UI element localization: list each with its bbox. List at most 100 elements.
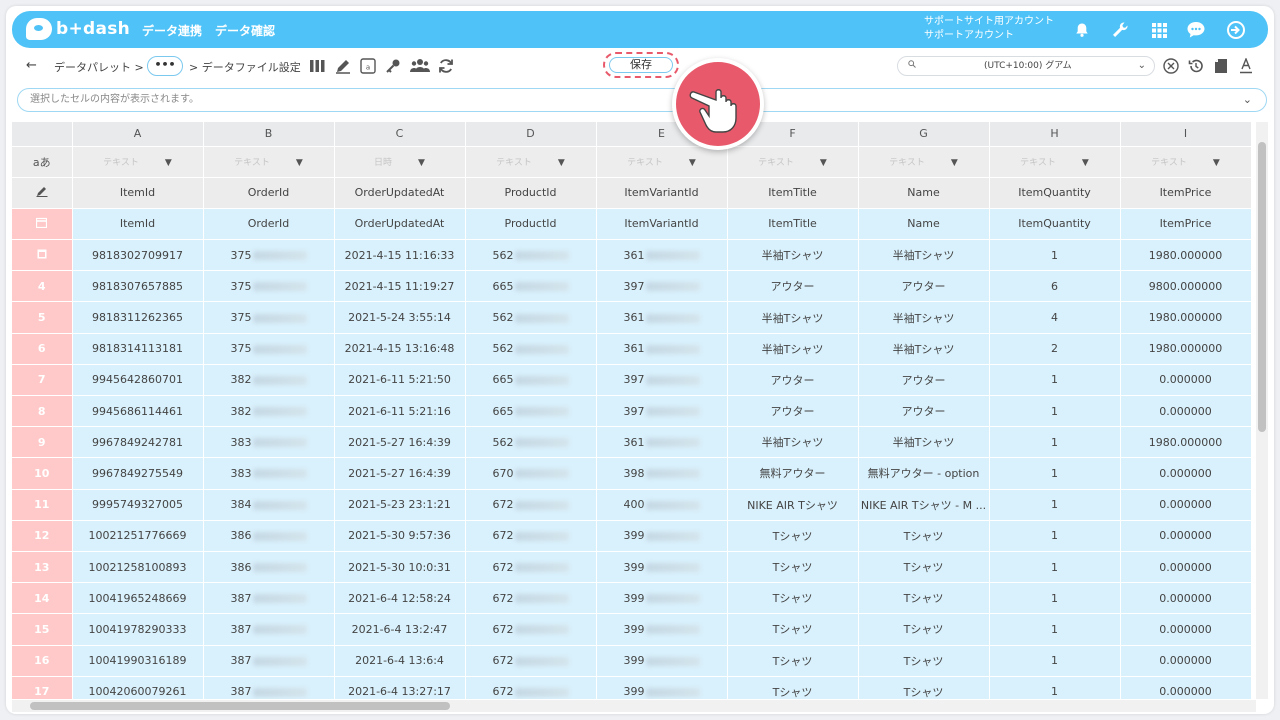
table-cell[interactable]: NIKE AIR Tシャツ	[727, 489, 859, 521]
table-cell[interactable]: 0.000000	[1120, 520, 1252, 552]
chat-icon[interactable]	[1186, 20, 1206, 40]
table-cell[interactable]: 2021-6-4 13:27:17	[334, 676, 466, 699]
table-cell[interactable]: 665	[465, 364, 597, 397]
nav-data-integration[interactable]: データ連携	[142, 22, 202, 39]
table-cell[interactable]: 387	[203, 582, 335, 615]
table-cell[interactable]: Name	[858, 208, 990, 241]
table-cell[interactable]: Tシャツ	[858, 613, 990, 646]
table-cell[interactable]: 9818307657885	[72, 270, 204, 303]
table-cell[interactable]: 半袖Tシャツ	[858, 239, 990, 272]
table-cell[interactable]: 1980.000000	[1120, 333, 1252, 365]
type-select[interactable]: テキスト ▼	[1120, 146, 1252, 178]
table-cell[interactable]: 562	[465, 426, 597, 459]
table-cell[interactable]: 半袖Tシャツ	[858, 426, 990, 459]
text-format-icon[interactable]: a	[360, 58, 376, 74]
row-number[interactable]: 17	[12, 676, 73, 699]
table-cell[interactable]: 1	[989, 676, 1121, 699]
table-cell[interactable]: 384	[203, 489, 335, 521]
table-cell[interactable]: 0.000000	[1120, 457, 1252, 490]
table-cell[interactable]: 387	[203, 613, 335, 646]
table-cell[interactable]: 2021-6-4 13:6:4	[334, 645, 466, 677]
table-cell[interactable]: 0.000000	[1120, 676, 1252, 699]
table-cell[interactable]: 0.000000	[1120, 613, 1252, 646]
refresh-icon[interactable]	[438, 58, 454, 74]
table-cell[interactable]: 4	[989, 301, 1121, 334]
mapped-field-name[interactable]: ItemPrice	[1120, 177, 1252, 209]
table-cell[interactable]: 9967849242781	[72, 426, 204, 459]
table-cell[interactable]: 386	[203, 551, 335, 584]
table-cell[interactable]: 半袖Tシャツ	[727, 239, 859, 272]
bell-icon[interactable]	[1072, 20, 1092, 40]
row-number[interactable]: 9	[12, 426, 73, 459]
table-cell[interactable]: 2021-6-4 13:2:47	[334, 613, 466, 646]
table-cell[interactable]: 0.000000	[1120, 582, 1252, 615]
table-cell[interactable]: 399	[596, 645, 728, 677]
row-number[interactable]: 14	[12, 582, 73, 615]
row-marker-icon[interactable]	[12, 239, 73, 272]
table-cell[interactable]: 2021-6-4 12:58:24	[334, 582, 466, 615]
table-cell[interactable]: 382	[203, 395, 335, 428]
table-cell[interactable]: 361	[596, 239, 728, 272]
table-cell[interactable]: 10042060079261	[72, 676, 204, 699]
table-cell[interactable]: 9945642860701	[72, 364, 204, 397]
table-cell[interactable]: 半袖Tシャツ	[727, 333, 859, 365]
table-cell[interactable]: 397	[596, 270, 728, 303]
table-cell[interactable]: 387	[203, 645, 335, 677]
table-cell[interactable]: 387	[203, 676, 335, 699]
table-cell[interactable]: 9995749327005	[72, 489, 204, 521]
table-cell[interactable]: 2021-5-27 16:4:39	[334, 457, 466, 490]
table-cell[interactable]: 半袖Tシャツ	[727, 301, 859, 334]
table-cell[interactable]: 400	[596, 489, 728, 521]
horizontal-scroll-thumb[interactable]	[30, 702, 450, 710]
table-cell[interactable]: 2021-5-23 23:1:21	[334, 489, 466, 521]
table-cell[interactable]: Tシャツ	[727, 645, 859, 677]
table-cell[interactable]: 1	[989, 551, 1121, 584]
column-header-b[interactable]: B	[203, 122, 335, 147]
table-cell[interactable]: ItemTitle	[727, 208, 859, 241]
type-select[interactable]: テキスト ▼	[989, 146, 1121, 178]
table-cell[interactable]: 361	[596, 301, 728, 334]
table-cell[interactable]: 無料アウター - option	[858, 457, 990, 490]
table-cell[interactable]: 9800.000000	[1120, 270, 1252, 303]
table-cell[interactable]: 10041965248669	[72, 582, 204, 615]
type-select[interactable]: 日時 ▼	[334, 146, 466, 178]
column-header-d[interactable]: D	[465, 122, 597, 147]
row-number[interactable]: 4	[12, 270, 73, 303]
table-cell[interactable]: アウター	[727, 364, 859, 397]
table-cell[interactable]: 361	[596, 426, 728, 459]
table-cell[interactable]: OrderId	[203, 208, 335, 241]
table-cell[interactable]: Tシャツ	[727, 676, 859, 699]
table-cell[interactable]: 1	[989, 489, 1121, 521]
table-cell[interactable]: Tシャツ	[858, 645, 990, 677]
table-cell[interactable]: 2021-6-11 5:21:16	[334, 395, 466, 428]
table-cell[interactable]: 1	[989, 239, 1121, 272]
column-header-c[interactable]: C	[334, 122, 466, 147]
table-cell[interactable]: 半袖Tシャツ	[858, 333, 990, 365]
table-cell[interactable]: 1980.000000	[1120, 301, 1252, 334]
table-cell[interactable]: 1980.000000	[1120, 239, 1252, 272]
table-cell[interactable]: Tシャツ	[858, 551, 990, 584]
mapped-field-name[interactable]: OrderUpdatedAt	[334, 177, 466, 209]
table-cell[interactable]: 1	[989, 364, 1121, 397]
logout-icon[interactable]	[1226, 20, 1246, 40]
table-cell[interactable]: 375	[203, 333, 335, 365]
table-cell[interactable]: Tシャツ	[727, 551, 859, 584]
column-header-h[interactable]: H	[989, 122, 1121, 147]
table-cell[interactable]: 375	[203, 239, 335, 272]
font-color-icon[interactable]	[1239, 57, 1255, 74]
table-cell[interactable]: ItemPrice	[1120, 208, 1252, 241]
table-cell[interactable]: アウター	[727, 270, 859, 303]
table-cell[interactable]: 2021-5-30 10:0:31	[334, 551, 466, 584]
table-cell[interactable]: 386	[203, 520, 335, 552]
users-icon[interactable]	[410, 58, 430, 74]
table-cell[interactable]: 0.000000	[1120, 395, 1252, 428]
table-cell[interactable]: 2021-5-24 3:55:14	[334, 301, 466, 334]
table-cell[interactable]: ProductId	[465, 208, 597, 241]
table-cell[interactable]: 無料アウター	[727, 457, 859, 490]
type-select[interactable]: テキスト ▼	[596, 146, 728, 178]
mapped-field-name[interactable]: ItemId	[72, 177, 204, 209]
table-cell[interactable]: 2021-6-11 5:21:50	[334, 364, 466, 397]
table-cell[interactable]: アウター	[858, 395, 990, 428]
row-number[interactable]: 5	[12, 301, 73, 334]
table-cell[interactable]: 382	[203, 364, 335, 397]
